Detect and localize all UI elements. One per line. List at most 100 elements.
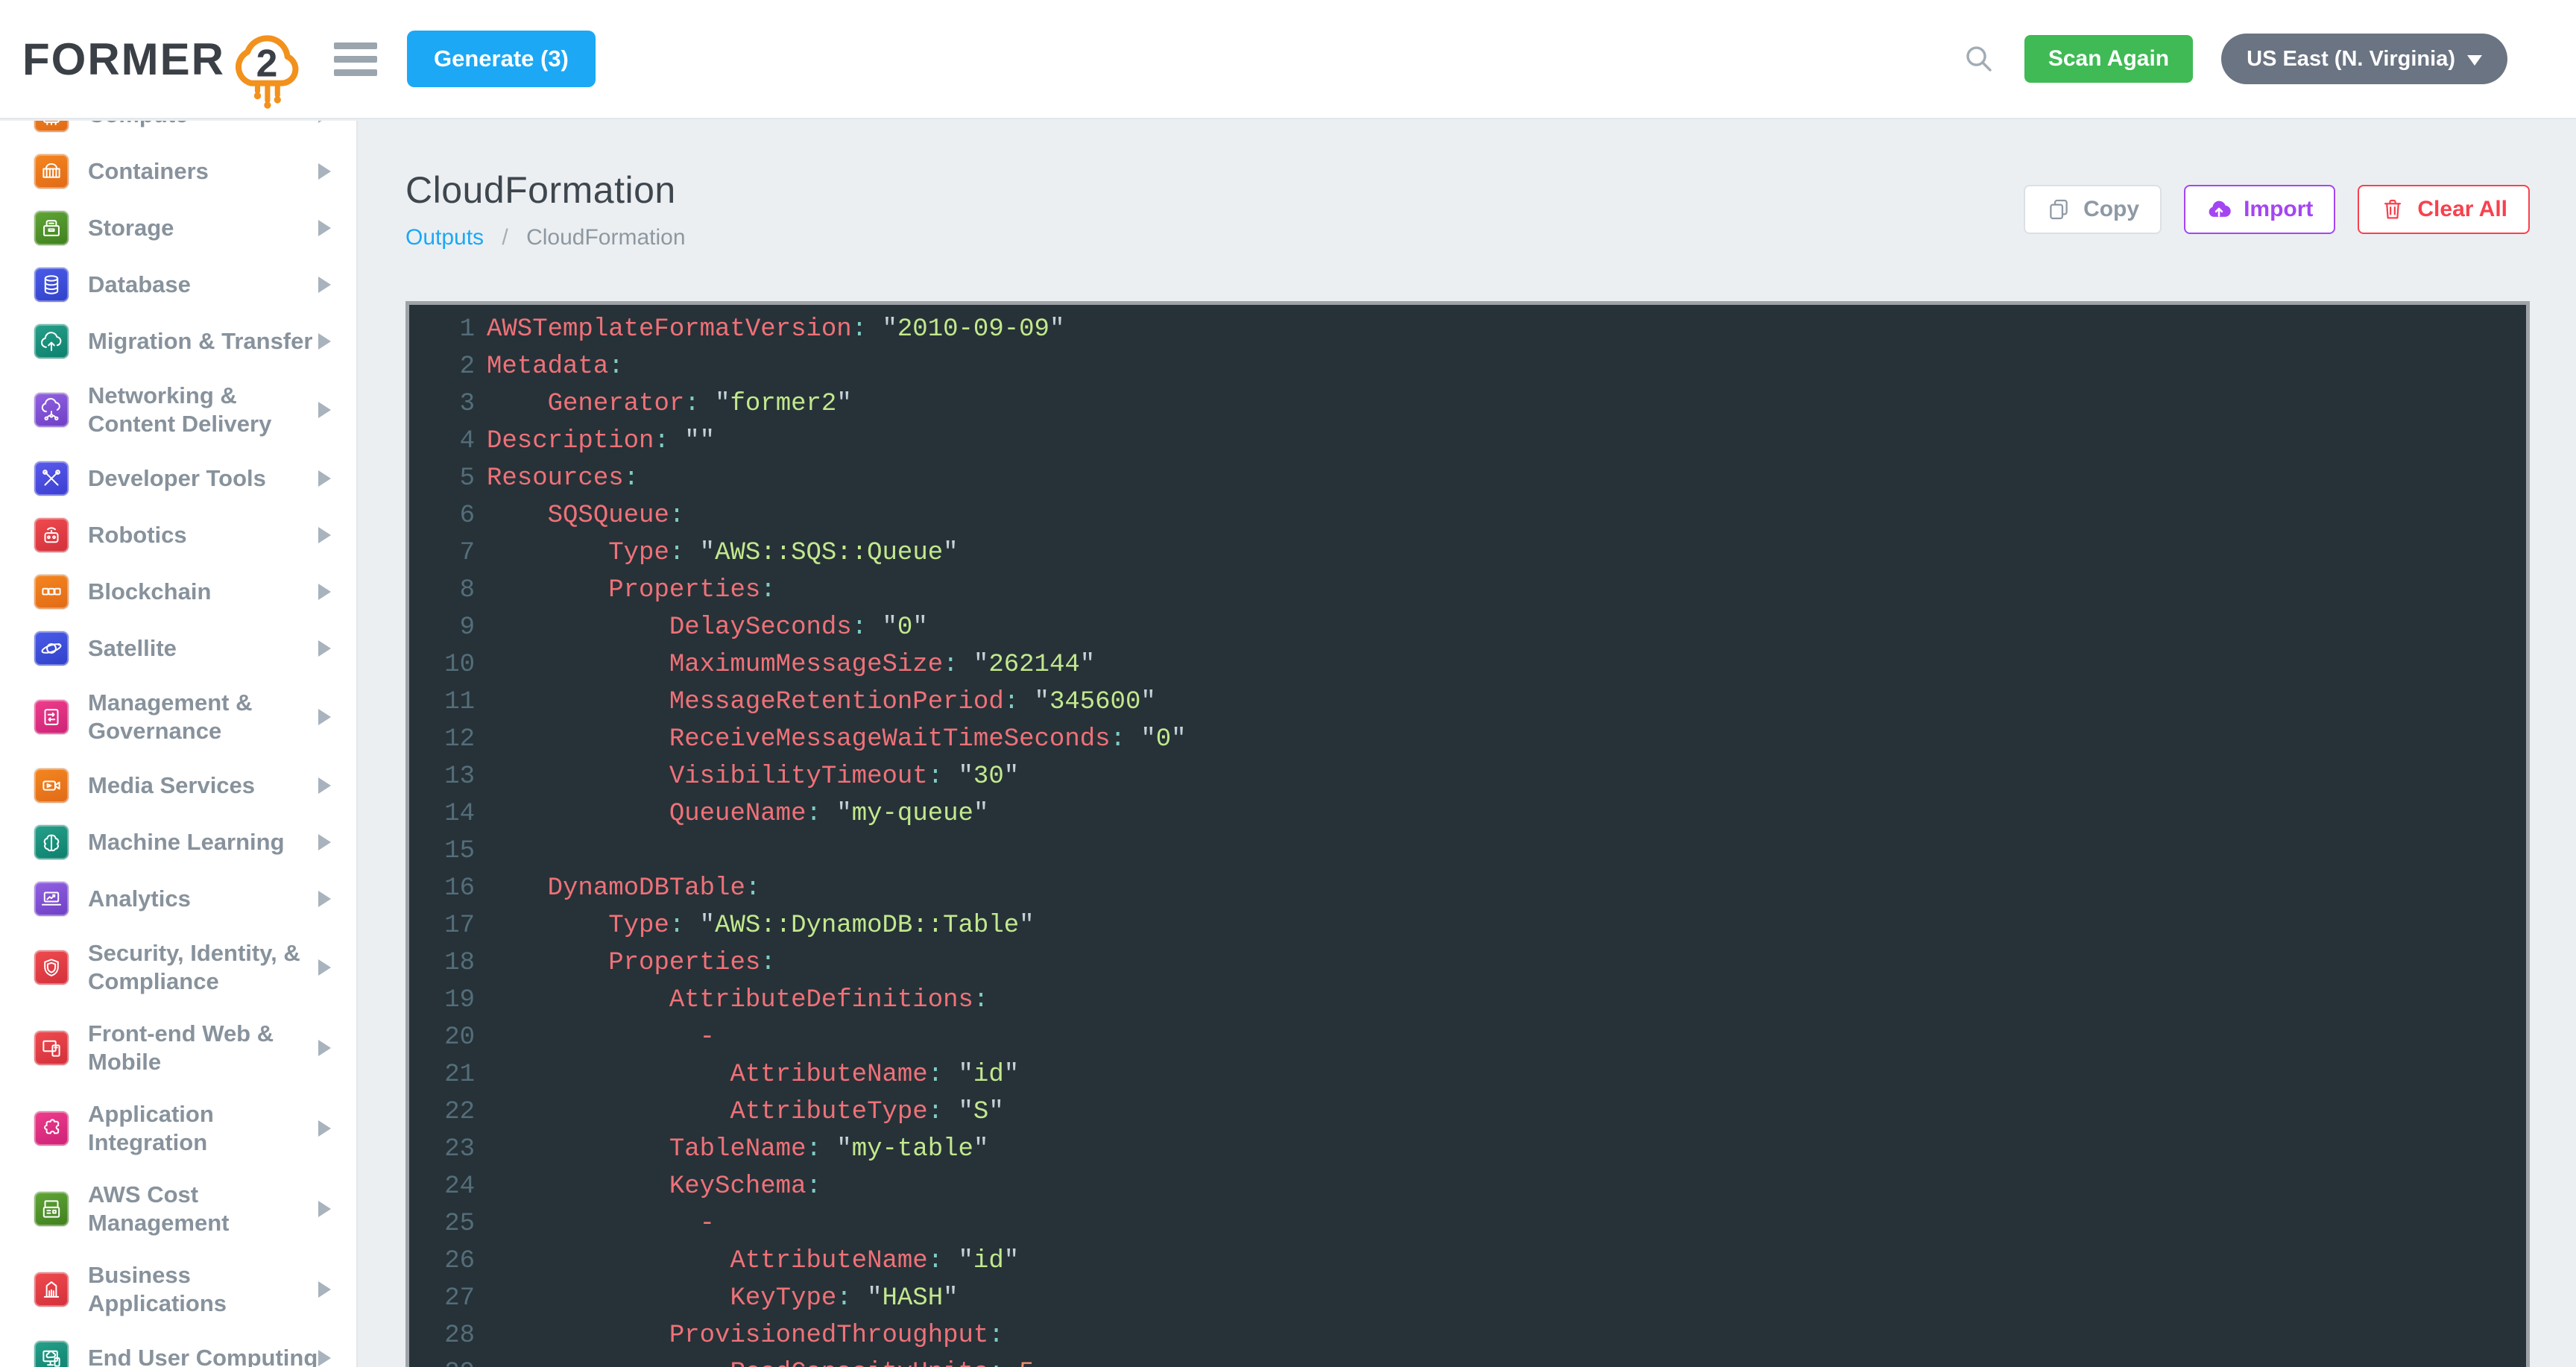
line-number: 7 [409, 534, 475, 572]
line-number: 16 [409, 870, 475, 907]
line-number: 1 [409, 311, 475, 348]
sidebar-item-application-integration[interactable]: Application Integration [0, 1088, 356, 1169]
code-line: 10 MaximumMessageSize: "262144" [409, 646, 2526, 684]
code-line: 19 AttributeDefinitions: [409, 982, 2526, 1019]
code-line: 1 AWSTemplateFormatVersion: "2010-09-09" [409, 311, 2526, 348]
copy-button[interactable]: Copy [2024, 185, 2162, 234]
line-number: 15 [409, 833, 475, 870]
sidebar-item-containers[interactable]: Containers [0, 143, 356, 200]
sidebar-item-machine-learning[interactable]: Machine Learning [0, 814, 356, 871]
sidebar-item-label: AWS Cost Management [88, 1181, 318, 1237]
code-line: 12 ReceiveMessageWaitTimeSeconds: "0" [409, 721, 2526, 758]
breadcrumb-separator: / [502, 225, 508, 250]
clear-all-button[interactable]: Clear All [2358, 185, 2530, 234]
chevron-right-icon [318, 527, 331, 543]
line-number: 28 [409, 1317, 475, 1354]
robotics-icon [34, 518, 69, 552]
sidebar-item-satellite[interactable]: Satellite [0, 620, 356, 677]
yaml-code-editor[interactable]: 1 AWSTemplateFormatVersion: "2010-09-09"… [405, 301, 2530, 1367]
chevron-right-icon [318, 1281, 331, 1298]
sidebar-item-label: Machine Learning [88, 828, 318, 856]
line-number: 23 [409, 1131, 475, 1168]
chevron-right-icon [318, 1350, 331, 1366]
chevron-right-icon [318, 121, 331, 123]
sidebar-item-label: Developer Tools [88, 464, 318, 493]
code-line: 18 Properties: [409, 944, 2526, 982]
page-head: CloudFormation Outputs / CloudFormation … [405, 168, 2530, 250]
import-button[interactable]: Import [2184, 185, 2335, 234]
code-line: 23 TableName: "my-table" [409, 1131, 2526, 1168]
line-number: 27 [409, 1280, 475, 1317]
breadcrumb-outputs-link[interactable]: Outputs [405, 225, 484, 250]
chevron-right-icon [318, 333, 331, 350]
management-icon [34, 700, 69, 734]
line-number: 17 [409, 907, 475, 944]
line-number: 29 [409, 1354, 475, 1367]
chevron-right-icon [318, 1120, 331, 1137]
chevron-right-icon [318, 959, 331, 976]
line-number: 14 [409, 795, 475, 833]
sidebar-item-security-identity-compliance[interactable]: Security, Identity, & Compliance [0, 927, 356, 1008]
code-line: 2 Metadata: [409, 348, 2526, 385]
menu-toggle-icon[interactable] [334, 42, 377, 76]
sidebar-item-storage[interactable]: Storage [0, 200, 356, 256]
media-icon [34, 768, 69, 803]
sidebar-item-robotics[interactable]: Robotics [0, 507, 356, 563]
line-number: 22 [409, 1093, 475, 1131]
sidebar-item-management-governance[interactable]: Management & Governance [0, 677, 356, 757]
line-number: 8 [409, 572, 475, 609]
line-number: 26 [409, 1243, 475, 1280]
caret-down-icon [2467, 55, 2482, 66]
storage-icon [34, 211, 69, 245]
chevron-right-icon [318, 402, 331, 418]
sidebar-item-business-applications[interactable]: Business Applications [0, 1249, 356, 1330]
code-line: 5 Resources: [409, 460, 2526, 497]
sidebar-item-end-user-computing[interactable]: End User Computing [0, 1330, 356, 1367]
puzzle-icon [34, 1111, 69, 1146]
line-number: 19 [409, 982, 475, 1019]
chevron-right-icon [318, 777, 331, 794]
sidebar-item-developer-tools[interactable]: Developer Tools [0, 450, 356, 507]
line-number: 5 [409, 460, 475, 497]
chevron-right-icon [318, 220, 331, 236]
sidebar-item-database[interactable]: Database [0, 256, 356, 313]
sidebar-item-label: Analytics [88, 885, 318, 913]
business-icon [34, 1272, 69, 1307]
code-line: 22 AttributeType: "S" [409, 1093, 2526, 1131]
generate-button[interactable]: Generate (3) [407, 31, 596, 87]
breadcrumb: Outputs / CloudFormation [405, 225, 686, 250]
search-icon[interactable] [1962, 42, 1996, 76]
sidebar-item-migration-transfer[interactable]: Migration & Transfer [0, 313, 356, 370]
sidebar-item-analytics[interactable]: Analytics [0, 871, 356, 927]
sidebar-item-compute[interactable]: Compute [0, 121, 356, 143]
line-number: 11 [409, 684, 475, 721]
sidebar-item-networking-content-delivery[interactable]: Networking & Content Delivery [0, 370, 356, 450]
line-number: 3 [409, 385, 475, 423]
chevron-right-icon [318, 891, 331, 907]
sidebar-item-label: Database [88, 271, 318, 299]
sidebar-item-media-services[interactable]: Media Services [0, 757, 356, 814]
region-label: US East (N. Virginia) [2247, 47, 2455, 72]
sidebar-item-aws-cost-management[interactable]: AWS Cost Management [0, 1169, 356, 1249]
sidebar-item-label: Satellite [88, 634, 318, 663]
code-line: 25 - [409, 1205, 2526, 1243]
sidebar-item-label: Containers [88, 157, 318, 186]
logo-text: FORMER [22, 34, 225, 85]
chevron-right-icon [318, 709, 331, 725]
line-number: 18 [409, 944, 475, 982]
scan-again-button[interactable]: Scan Again [2024, 35, 2193, 83]
code-line: 20 - [409, 1019, 2526, 1056]
region-selector[interactable]: US East (N. Virginia) [2221, 34, 2507, 84]
blockchain-icon [34, 575, 69, 609]
sidebar-item-label: Networking & Content Delivery [88, 382, 318, 438]
satellite-icon [34, 631, 69, 666]
sidebar-item-blockchain[interactable]: Blockchain [0, 563, 356, 620]
chevron-right-icon [318, 1201, 331, 1217]
sidebar-item-label: Front-end Web & Mobile [88, 1020, 318, 1076]
code-line: 27 KeyType: "HASH" [409, 1280, 2526, 1317]
main-content: CloudFormation Outputs / CloudFormation … [359, 121, 2576, 1367]
chevron-right-icon [318, 834, 331, 850]
sidebar-item-front-end-web-mobile[interactable]: Front-end Web & Mobile [0, 1008, 356, 1088]
sidebar-item-label: Migration & Transfer [88, 327, 318, 356]
security-icon [34, 950, 69, 985]
